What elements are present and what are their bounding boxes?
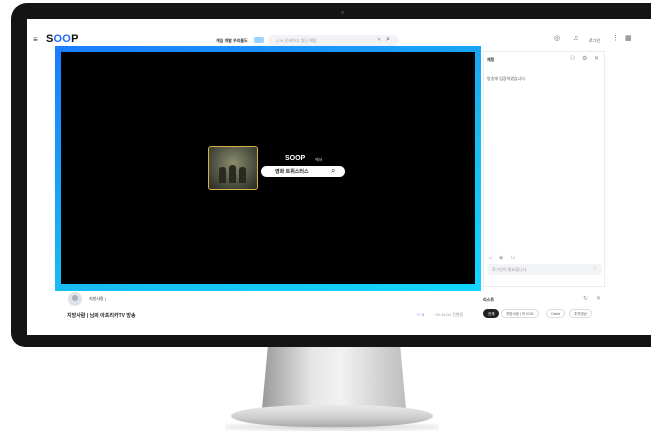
hamburger-icon[interactable]: ≡ <box>33 36 38 44</box>
list-filter-all[interactable]: 전체 <box>483 309 500 318</box>
search-bar[interactable]: LCK 준비하고 있단 채팅 ✕ ⌕ <box>268 35 399 46</box>
chat-panel: 채팅 ⚇ ⚙ ✕ 방송에 입장하였습니다. ☺ ◉ ⊔ 로그인이 필요합니다. … <box>483 51 605 287</box>
promo-badge-icon <box>254 37 264 43</box>
list-filter-vod[interactable]: 지방사람 | 의 VOD <box>501 309 539 318</box>
poster-figure <box>229 165 236 183</box>
close-icon[interactable]: ✕ <box>594 55 599 63</box>
soop-logo[interactable]: SOOP <box>46 33 79 45</box>
broadcast-icon[interactable]: ◎ <box>554 35 560 43</box>
video-soop-logo: SOOP <box>285 155 306 162</box>
clear-icon[interactable]: ✕ <box>377 37 381 43</box>
search-icon: ⌕ <box>331 166 336 175</box>
webcam-dot <box>341 11 344 14</box>
viewer-count: ⚇ 3 <box>417 312 424 317</box>
movie-poster-image <box>208 146 258 190</box>
sticker-icon[interactable]: ◉ <box>499 255 503 261</box>
monitor-stand-base <box>231 405 433 427</box>
chat-title: 채팅 <box>487 57 495 62</box>
avatar[interactable] <box>68 292 82 306</box>
poster-figure <box>219 167 226 183</box>
close-icon[interactable]: ✕ <box>596 295 601 303</box>
bell-icon[interactable]: ♫ <box>573 35 578 43</box>
login-button[interactable]: 로그인 <box>589 38 600 44</box>
streamer-name[interactable]: 지방사람 | <box>89 296 106 302</box>
stream-title: 지방사람 | 님의 아프리카TV 방송 <box>67 313 136 319</box>
video-area[interactable]: SOOP 에서 영화 트위스터스 ⌕ <box>61 52 475 284</box>
video-search-box: 영화 트위스터스 ⌕ <box>261 166 345 177</box>
video-logo-suffix: 에서 <box>315 157 323 162</box>
list-filter-recommended[interactable]: 추천영상 <box>569 309 592 318</box>
search-icon[interactable]: ⌕ <box>386 36 390 44</box>
list-filter-catch[interactable]: Catch <box>546 309 566 318</box>
gear-icon[interactable]: ⚙ <box>582 55 587 63</box>
poster-figure <box>239 167 246 183</box>
chat-system-message: 방송에 입장하였습니다. <box>487 76 527 81</box>
stream-uptime: · 02:14:00 진행중 <box>433 312 464 317</box>
refresh-icon[interactable]: ↻ <box>583 295 588 303</box>
list-title: 리스트 <box>483 297 495 302</box>
monitor-screen: ≡ SOOP 게임 개발 우리들도 LCK 준비하고 있단 채팅 ✕ ⌕ ◎ ♫… <box>27 19 651 335</box>
monitor-mockup: ≡ SOOP 게임 개발 우리들도 LCK 준비하고 있단 채팅 ✕ ⌕ ◎ ♫… <box>0 0 651 434</box>
video-search-text: 영화 트위스터스 <box>275 169 309 175</box>
participants-icon[interactable]: ⚇ <box>570 55 575 63</box>
video-player-frame: SOOP 에서 영화 트위스터스 ⌕ <box>55 46 481 291</box>
more-icon[interactable]: ⋮ <box>612 35 619 43</box>
search-input[interactable]: LCK 준비하고 있단 채팅 <box>276 38 317 44</box>
monitor-stand-neck <box>262 347 406 409</box>
cart-icon[interactable]: ⊔ <box>511 255 515 261</box>
grid-icon[interactable]: ▦ <box>625 35 632 43</box>
send-icon[interactable]: ☺ <box>592 265 598 273</box>
chat-input[interactable]: 로그인이 필요합니다. ☺ <box>487 264 602 275</box>
chat-input-placeholder: 로그인이 필요합니다. <box>492 267 528 272</box>
promo-text[interactable]: 게임 개발 우리들도 <box>216 38 248 44</box>
emoji-icon[interactable]: ☺ <box>488 255 493 261</box>
